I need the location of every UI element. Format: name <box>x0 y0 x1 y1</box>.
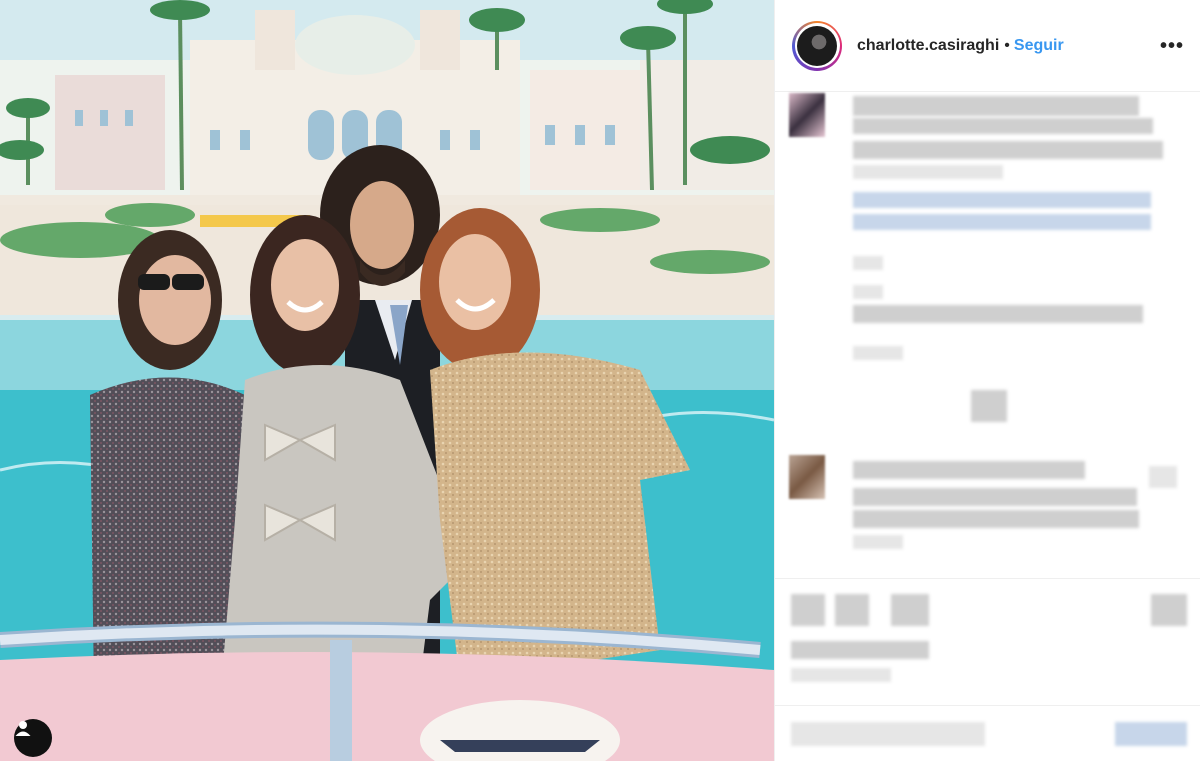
avatar-image <box>797 25 837 66</box>
post-side-panel: charlotte.casiraghi • Seguir ••• <box>774 0 1200 761</box>
divider <box>775 578 1200 579</box>
follow-button[interactable]: Seguir <box>1014 37 1064 55</box>
commenter-avatar-blurred <box>789 93 825 137</box>
post-header: charlotte.casiraghi • Seguir ••• <box>775 0 1200 92</box>
divider <box>775 705 1200 706</box>
photo-illustration <box>0 0 774 761</box>
post-photo[interactable] <box>0 0 774 761</box>
separator-dot: • <box>1004 36 1010 54</box>
profile-avatar[interactable] <box>792 20 842 71</box>
user-tag-button[interactable] <box>14 719 52 757</box>
username-link[interactable]: charlotte.casiraghi <box>857 37 999 55</box>
more-options-icon[interactable]: ••• <box>1160 36 1184 56</box>
comment-avatar-blurred <box>789 455 825 499</box>
user-tag-icon <box>15 721 31 736</box>
